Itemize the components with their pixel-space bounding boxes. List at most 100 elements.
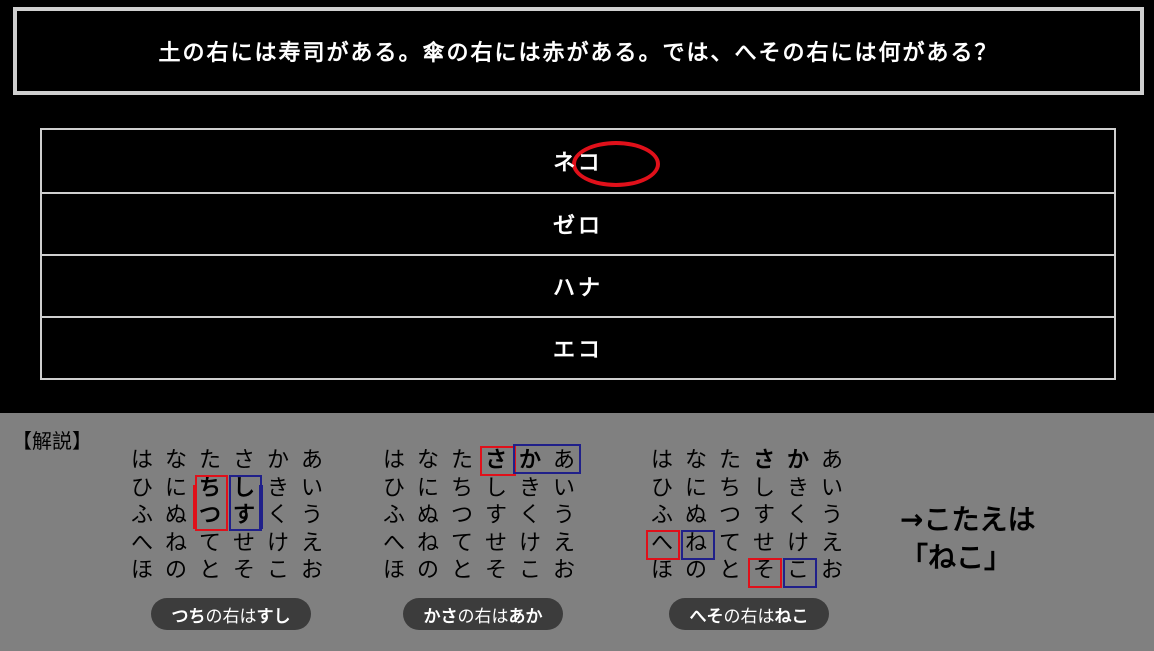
kana-cell: か — [266, 448, 289, 473]
kana-cell: す — [484, 503, 507, 528]
explanation-panel: 【解説】 はなたさかあひにちしきいふぬつすくうへねてせけえほのとそこお つち の… — [0, 413, 1154, 651]
caption-1-mid: の右は — [205, 606, 257, 627]
kana-cell: け — [266, 530, 289, 556]
kana-cell: え — [820, 530, 843, 556]
kana-row: ひにちしきい — [377, 475, 581, 503]
kana-cell: の — [416, 558, 439, 583]
choice-3[interactable]: ハナ — [40, 254, 1116, 318]
highlight-box-chitsu — [195, 475, 228, 531]
highlight-box-shisu — [229, 475, 262, 531]
choice-3-label: ハナ — [552, 275, 603, 301]
caption-2-a: かさ — [423, 606, 458, 627]
kana-row: へねてせけえ — [125, 530, 329, 558]
kana-cell: は — [382, 448, 405, 473]
caption-1-b: すし — [256, 606, 291, 627]
kana-cell: せ — [484, 530, 507, 556]
kana-cell: え — [552, 530, 575, 556]
kana-cell: ほ — [382, 558, 405, 583]
kana-cell: と — [450, 558, 473, 583]
choice-2-label: ゼロ — [552, 213, 603, 239]
kana-cell: ぬ — [416, 503, 439, 528]
choice-2[interactable]: ゼロ — [40, 192, 1116, 256]
kana-cell: ひ — [382, 475, 405, 501]
caption-pill-2: かさ の右は あか — [403, 598, 563, 630]
kana-cell: さ — [232, 448, 255, 473]
kana-cell: す — [752, 503, 775, 528]
kana-cell: ふ — [650, 503, 673, 528]
kana-cell: ほ — [650, 558, 673, 583]
kana-cell: の — [164, 558, 187, 583]
kana-cell: は — [130, 448, 153, 473]
caption-1-a: つち — [171, 606, 206, 627]
kana-row: ふぬつすくう — [377, 502, 581, 530]
kana-cell: く — [518, 503, 541, 528]
answer-line-2: 「ねこ」 — [900, 541, 1013, 574]
kana-cell: ひ — [130, 475, 153, 501]
question-text: 土の右には寿司がある。傘の右には赤がある。では、へその右には何がある？ — [158, 40, 999, 66]
kana-cell: ふ — [382, 503, 405, 528]
kana-cell: お — [552, 558, 575, 583]
kana-row: ほのとそこお — [645, 557, 849, 585]
explanation-title: 【解説】 — [12, 429, 92, 453]
kana-cell: ほ — [130, 558, 153, 583]
kana-cell: つ — [718, 503, 741, 528]
kana-cell: て — [450, 530, 473, 556]
kana-cell: へ — [130, 530, 153, 556]
kana-cell: ね — [164, 530, 187, 556]
caption-3-b: ねこ — [774, 606, 809, 627]
kana-cell: こ — [518, 558, 541, 583]
kana-cell: の — [684, 558, 707, 583]
kana-cell: う — [552, 503, 575, 528]
kana-cell: い — [820, 475, 843, 501]
kana-cell: い — [552, 475, 575, 501]
choice-1[interactable]: ネコ — [40, 128, 1116, 194]
kana-cell: は — [650, 448, 673, 473]
kana-row: ほのとそこお — [377, 557, 581, 585]
kana-cell: て — [198, 530, 221, 556]
kana-cell: お — [300, 558, 323, 583]
kana-cell: け — [518, 530, 541, 556]
kana-cell: う — [820, 503, 843, 528]
kana-cell: き — [518, 475, 541, 501]
highlight-box-ne — [681, 530, 715, 560]
kana-cell: し — [484, 475, 507, 501]
highlight-box-kaa — [513, 444, 581, 474]
kana-cell: ぬ — [684, 503, 707, 528]
kana-cell: た — [198, 448, 221, 473]
highlight-box-ko — [783, 558, 817, 588]
kana-cell: く — [786, 503, 809, 528]
answer-text: →こたえは 「ねこ」 — [900, 501, 1035, 577]
choices-list: ネコ ゼロ ハナ エコ — [40, 128, 1116, 380]
kana-cell: え — [300, 530, 323, 556]
kana-row: ふぬつすくう — [645, 502, 849, 530]
kana-cell: き — [786, 475, 809, 501]
caption-pill-3: へそ の右は ねこ — [669, 598, 829, 630]
choice-4[interactable]: エコ — [40, 316, 1116, 380]
caption-3-a: へそ — [689, 606, 724, 627]
highlight-box-so — [748, 558, 782, 588]
kana-cell: く — [266, 503, 289, 528]
kana-cell: ぬ — [164, 503, 187, 528]
kana-cell: に — [416, 475, 439, 501]
kana-cell: と — [198, 558, 221, 583]
kana-cell: お — [820, 558, 843, 583]
kana-cell: な — [684, 448, 707, 473]
kana-cell: し — [752, 475, 775, 501]
kana-cell: ね — [416, 530, 439, 556]
kana-cell: せ — [752, 530, 775, 556]
kana-cell: あ — [300, 448, 323, 473]
caption-2-b: あか — [508, 606, 543, 627]
kana-row: はなたさかあ — [645, 447, 849, 475]
kana-cell: そ — [484, 558, 507, 583]
highlight-box-sa — [480, 446, 516, 476]
choice-1-label: ネコ — [553, 150, 603, 176]
kana-cell: ち — [718, 475, 741, 501]
kana-cell: つ — [450, 503, 473, 528]
question-box: 土の右には寿司がある。傘の右には赤がある。では、へその右には何がある？ — [13, 7, 1144, 95]
kana-cell: こ — [266, 558, 289, 583]
kana-row: はなたさかあ — [125, 447, 329, 475]
kana-cell: せ — [232, 530, 255, 556]
kana-row: ほのとそこお — [125, 557, 329, 585]
kana-grid-3: はなたさかあひにちしきいふぬつすくうへねてせけえほのとそこお — [645, 447, 849, 585]
kana-cell: た — [718, 448, 741, 473]
